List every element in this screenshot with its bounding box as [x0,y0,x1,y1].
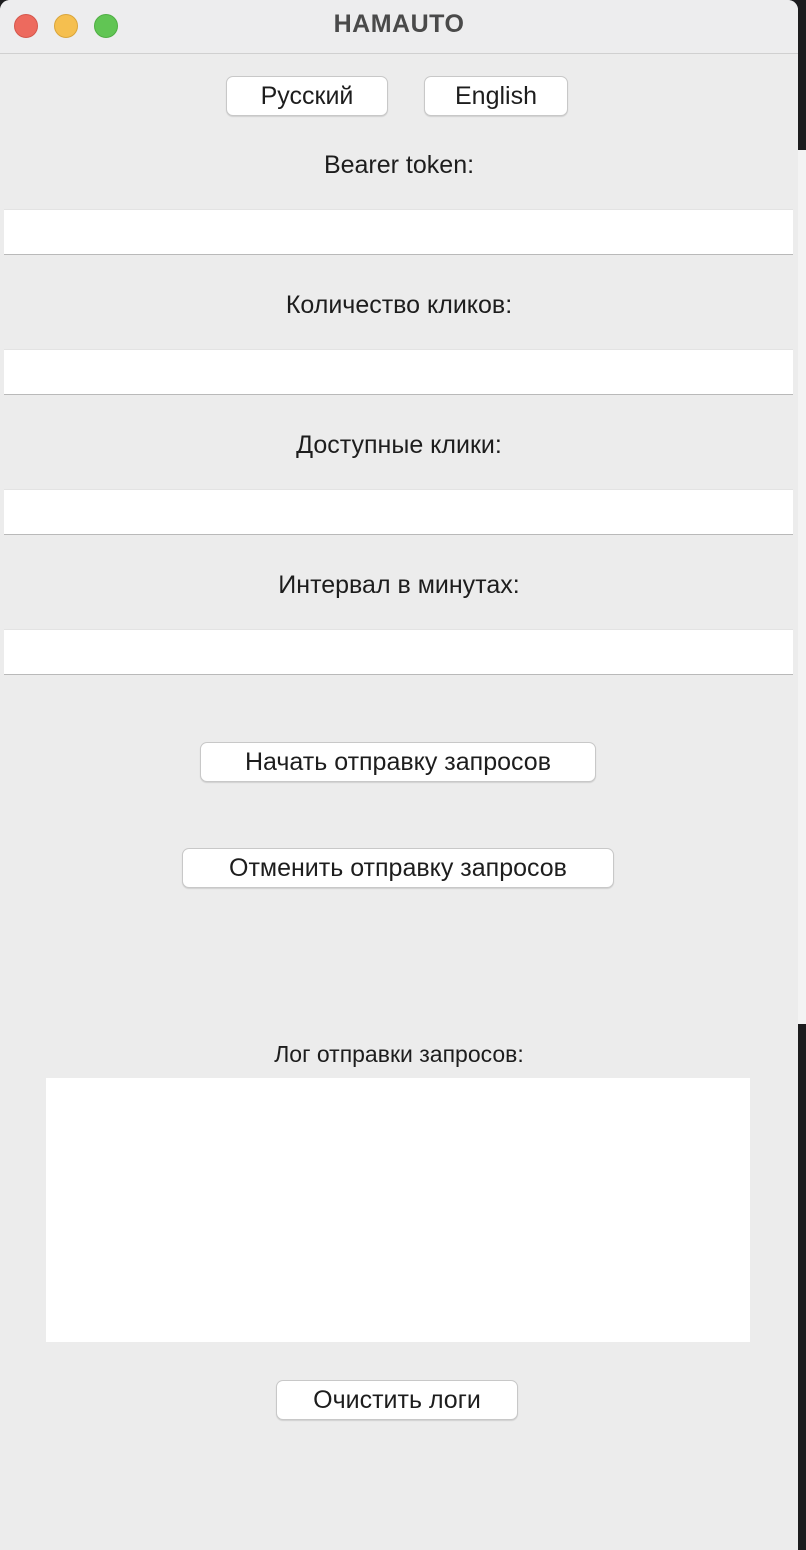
interval-minutes-field[interactable] [4,629,793,675]
bearer-token-label: Bearer token: [323,151,475,179]
request-log-label: Лог отправки запросов: [274,1041,524,1067]
english-language-button[interactable]: English [424,76,568,116]
request-log-textarea[interactable] [46,1078,750,1342]
interval-minutes-input[interactable] [4,630,793,674]
app-window: HAMAUTO Русский English Bearer token: Ко… [0,0,798,1550]
clear-logs-button[interactable]: Очистить логи [276,1380,518,1420]
start-requests-button[interactable]: Начать отправку запросов [200,742,596,782]
available-clicks-label: Доступные клики: [296,431,502,459]
window-title: HAMAUTO [333,10,465,38]
russian-language-button[interactable]: Русский [226,76,388,116]
click-count-label: Количество кликов: [285,291,513,319]
cancel-requests-button[interactable]: Отменить отправку запросов [182,848,614,888]
interval-minutes-label: Интервал в минутах: [278,571,520,599]
title-bar[interactable]: HAMAUTO [0,0,798,54]
click-count-input[interactable] [4,350,793,394]
bearer-token-field[interactable] [4,209,793,255]
bearer-token-input[interactable] [4,210,793,254]
available-clicks-field[interactable] [4,489,793,535]
click-count-field[interactable] [4,349,793,395]
background-window-edge [798,150,806,1024]
available-clicks-input[interactable] [4,490,793,534]
